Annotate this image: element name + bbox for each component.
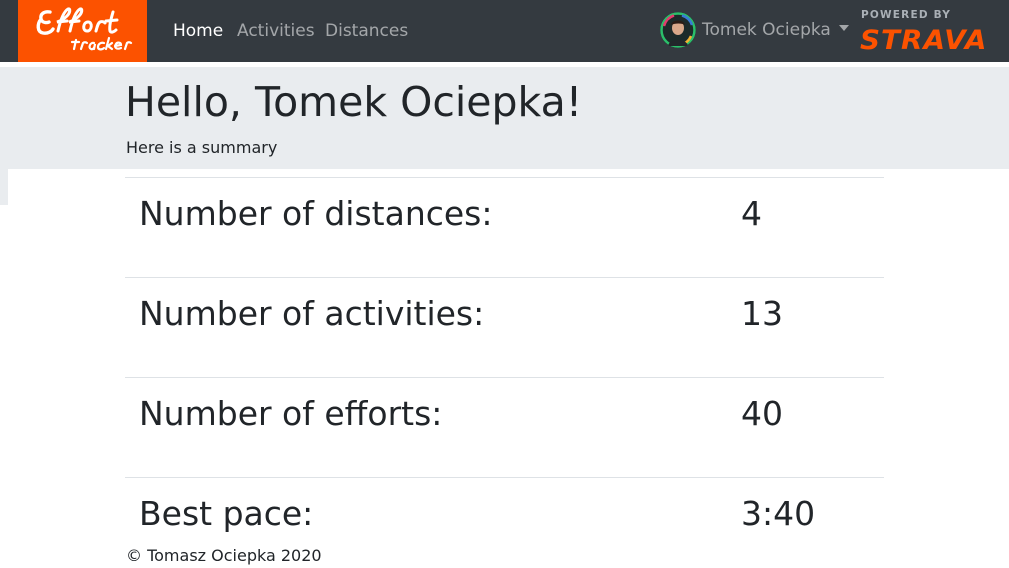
summary-label: Number of activities: — [139, 294, 485, 333]
strava-logo: STRAVA — [860, 25, 988, 56]
user-menu-toggle[interactable]: Tomek Ociepka — [660, 12, 849, 48]
avatar — [660, 12, 696, 48]
summary-row-efforts: Number of efforts: 40 — [125, 377, 884, 477]
summary-label: Best pace: — [139, 494, 314, 533]
user-name: Tomek Ociepka — [702, 20, 831, 40]
summary-value: 3:40 — [741, 494, 816, 533]
top-navbar: Home Activities Distances Tomek Ociepka … — [0, 0, 1009, 62]
summary-value: 40 — [741, 394, 783, 433]
effort-tracker-logo-icon — [36, 7, 133, 51]
page-subtitle: Here is a summary — [126, 138, 278, 157]
effort-tracker-logo[interactable] — [18, 0, 147, 62]
jumbotron-edge — [0, 169, 8, 205]
summary-label: Number of efforts: — [139, 394, 443, 433]
nav-link-activities[interactable]: Activities — [237, 19, 315, 43]
summary-row-activities: Number of activities: 13 — [125, 277, 884, 377]
nav-link-distances[interactable]: Distances — [325, 19, 408, 43]
footer-copyright: © Tomasz Ociepka 2020 — [126, 545, 322, 567]
caret-down-icon — [838, 25, 849, 31]
page-title: Hello, Tomek Ociepka! — [125, 78, 583, 126]
powered-by-label: POWERED BY — [861, 9, 952, 21]
summary-value: 4 — [741, 194, 762, 233]
nav-link-home[interactable]: Home — [173, 19, 223, 43]
summary-label: Number of distances: — [139, 194, 493, 233]
summary-row-distances: Number of distances: 4 — [125, 177, 884, 277]
summary-value: 13 — [741, 294, 783, 333]
powered-by-strava[interactable]: POWERED BY STRAVA — [860, 9, 988, 56]
